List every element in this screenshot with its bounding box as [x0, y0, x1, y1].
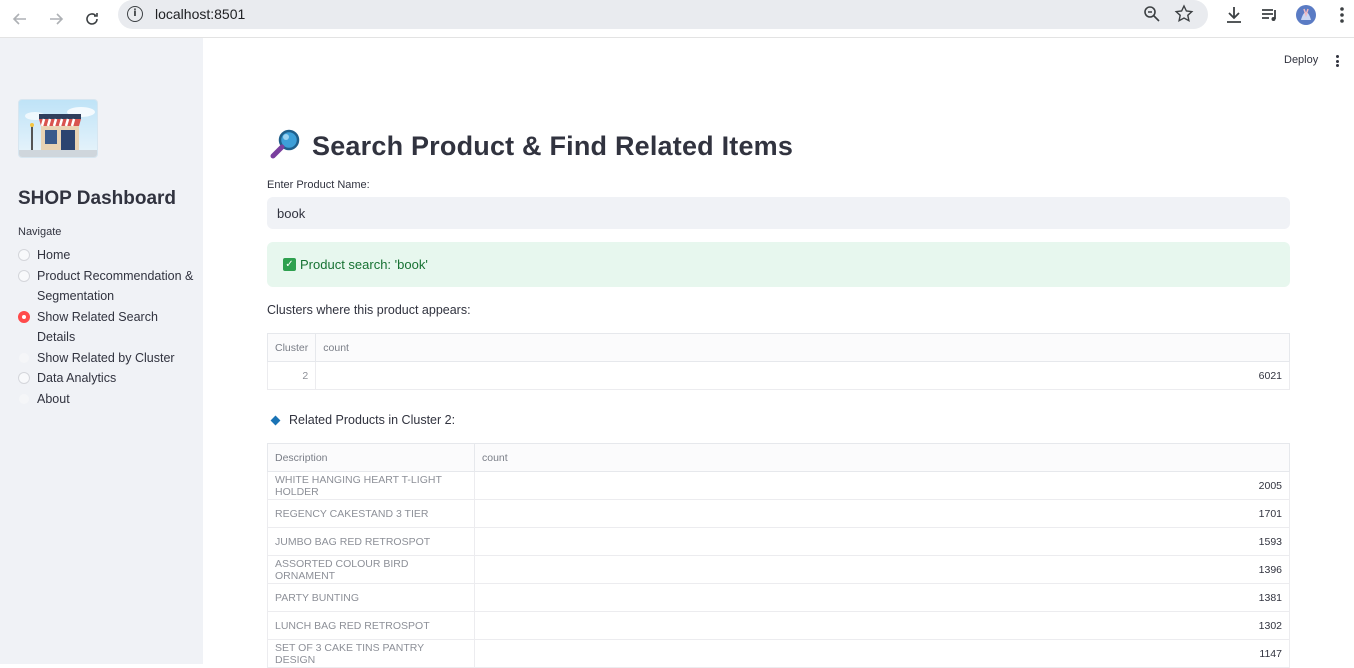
magnifying-glass-icon: [269, 127, 303, 166]
table-row[interactable]: ASSORTED COLOUR BIRD ORNAMENT 1396: [267, 555, 1290, 584]
nav-option-label: Product Recommendation & Segmentation: [37, 268, 194, 304]
table-cell[interactable]: LUNCH BAG RED RETROSPOT: [267, 611, 475, 640]
success-alert: ✓ Product search: 'book': [267, 242, 1290, 287]
main-menu-icon[interactable]: [1333, 54, 1341, 68]
column-header[interactable]: count: [315, 333, 1290, 362]
nav-option-label: Home: [37, 248, 71, 262]
table-cell[interactable]: WHITE HANGING HEART T-LIGHT HOLDER: [267, 471, 475, 500]
product-name-label: Enter Product Name:: [267, 179, 370, 191]
page-title-text: Search Product & Find Related Items: [312, 131, 794, 161]
table-cell[interactable]: 1593: [474, 527, 1290, 556]
product-name-input[interactable]: [267, 197, 1290, 229]
back-icon[interactable]: [6, 5, 34, 33]
radio-unchecked-icon[interactable]: [18, 249, 30, 261]
check-mark-icon: ✓: [283, 258, 296, 271]
table-cell[interactable]: 2: [266, 361, 317, 390]
table-cell[interactable]: 2005: [474, 471, 1290, 500]
browser-menu-icon[interactable]: [1331, 4, 1353, 26]
table-cell[interactable]: 1381: [474, 583, 1290, 612]
table-cell[interactable]: JUMBO BAG RED RETROSPOT: [267, 527, 475, 556]
nav-option-related-search[interactable]: Show Related Search Details: [18, 307, 198, 348]
shop-logo: [18, 99, 98, 158]
site-info-icon[interactable]: i: [127, 6, 143, 22]
nav-option-home[interactable]: Home: [18, 245, 198, 266]
radio-unchecked-icon[interactable]: [18, 351, 30, 364]
table-cell[interactable]: 1302: [474, 611, 1290, 640]
related-caption: Related Products in Cluster 2:: [270, 413, 456, 427]
media-queue-icon[interactable]: [1259, 4, 1281, 26]
nav-option-label: Show Related by Cluster: [37, 350, 175, 365]
clusters-table[interactable]: Cluster count 2 6021: [266, 333, 1290, 390]
zoom-icon[interactable]: [1142, 4, 1162, 24]
nav-option-data-analytics[interactable]: Data Analytics: [18, 368, 198, 389]
table-row[interactable]: JUMBO BAG RED RETROSPOT 1593: [267, 527, 1290, 556]
bookmark-star-icon[interactable]: [1174, 4, 1194, 24]
deploy-button[interactable]: Deploy: [1284, 54, 1318, 66]
table-cell[interactable]: 6021: [315, 361, 1290, 390]
forward-icon[interactable]: [42, 5, 70, 33]
radio-checked-icon[interactable]: [18, 310, 30, 323]
column-header[interactable]: Cluster: [266, 333, 317, 362]
table-row[interactable]: WHITE HANGING HEART T-LIGHT HOLDER 2005: [267, 471, 1290, 500]
nav-option-label: About: [37, 391, 70, 406]
nav-option-label: Data Analytics: [37, 371, 117, 385]
nav-option-about[interactable]: About: [18, 389, 198, 410]
nav-option-label: Show Related Search Details: [37, 309, 158, 345]
table-row[interactable]: REGENCY CAKESTAND 3 TIER 1701: [267, 499, 1290, 528]
table-row[interactable]: LUNCH BAG RED RETROSPOT 1302: [267, 611, 1290, 640]
table-header-row: Description count: [267, 443, 1290, 472]
diamond-bullet-icon: [270, 415, 281, 425]
table-row[interactable]: 2 6021: [266, 361, 1290, 390]
related-products-table[interactable]: Description count WHITE HANGING HEART T-…: [267, 443, 1290, 668]
column-header[interactable]: Description: [267, 443, 475, 472]
reload-icon[interactable]: [78, 5, 106, 33]
success-message: Product search: 'book': [300, 257, 428, 272]
nav-option-product-recommendation[interactable]: Product Recommendation & Segmentation: [18, 266, 198, 307]
table-header-row: Cluster count: [266, 333, 1290, 362]
table-row[interactable]: PARTY BUNTING 1381: [267, 583, 1290, 612]
navigate-label: Navigate: [18, 226, 62, 238]
table-cell[interactable]: SET OF 3 CAKE TINS PANTRY DESIGN: [267, 639, 475, 668]
related-caption-text: Related Products in Cluster 2:: [289, 413, 456, 427]
clusters-caption: Clusters where this product appears:: [267, 303, 471, 317]
table-cell[interactable]: 1147: [474, 639, 1290, 668]
address-bar[interactable]: i localhost:8501: [118, 0, 1208, 29]
table-row[interactable]: SET OF 3 CAKE TINS PANTRY DESIGN 1147: [267, 639, 1290, 668]
radio-unchecked-icon[interactable]: [18, 392, 30, 405]
download-icon[interactable]: [1223, 4, 1245, 26]
page-title: Search Product & Find Related Items: [269, 127, 793, 166]
navigation-radio-group: Home Product Recommendation & Segmentati…: [18, 245, 198, 409]
table-cell[interactable]: PARTY BUNTING: [267, 583, 475, 612]
radio-unchecked-icon[interactable]: [18, 372, 30, 384]
column-header[interactable]: count: [474, 443, 1290, 472]
url-text[interactable]: localhost:8501: [155, 6, 245, 22]
browser-toolbar: i localhost:8501: [0, 0, 1354, 38]
table-cell[interactable]: REGENCY CAKESTAND 3 TIER: [267, 499, 475, 528]
radio-unchecked-icon[interactable]: [18, 269, 30, 282]
table-cell[interactable]: ASSORTED COLOUR BIRD ORNAMENT: [267, 555, 475, 584]
nav-option-related-by-cluster[interactable]: Show Related by Cluster: [18, 348, 198, 369]
sidebar-title: SHOP Dashboard: [18, 188, 177, 209]
table-cell[interactable]: 1701: [474, 499, 1290, 528]
table-cell[interactable]: 1396: [474, 555, 1290, 584]
profile-avatar[interactable]: [1295, 4, 1317, 26]
sidebar: SHOP Dashboard Navigate Home Product Rec…: [0, 38, 203, 664]
